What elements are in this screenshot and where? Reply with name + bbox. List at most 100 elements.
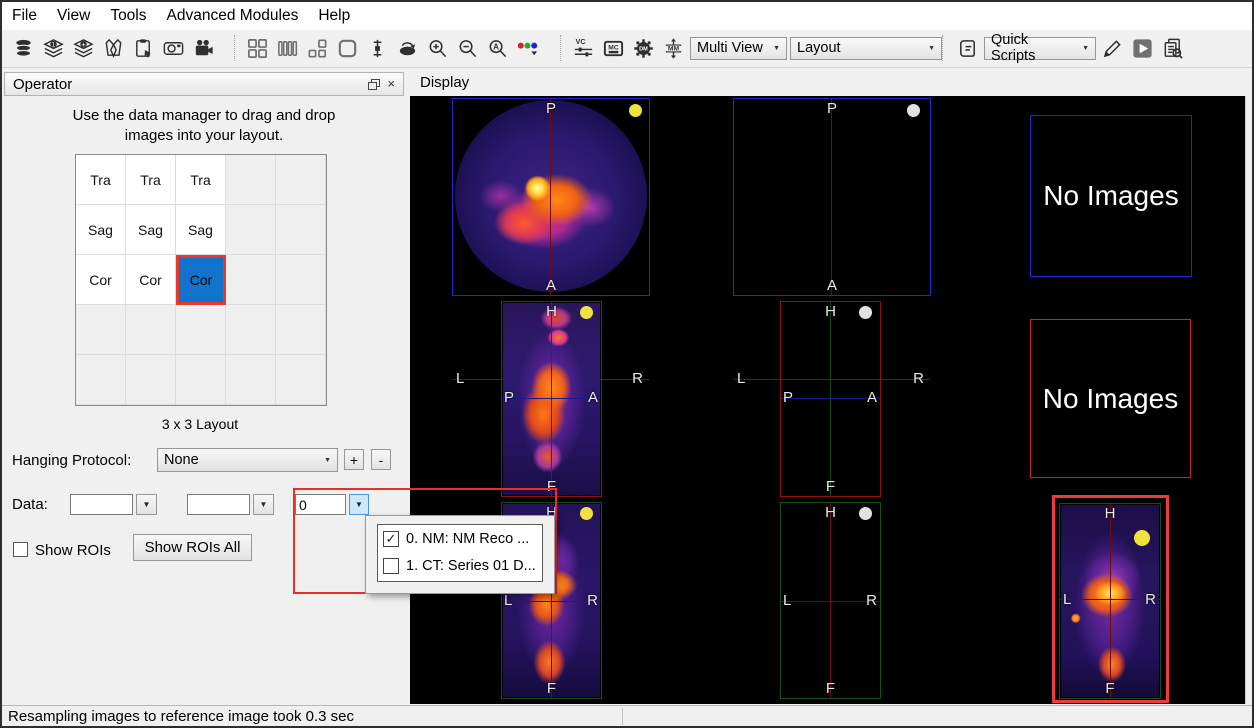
rotate-3d-icon[interactable]: [394, 35, 421, 61]
float-panel-icon[interactable]: [368, 79, 379, 89]
layout-grid: Tra Tra Tra Sag Sag Sag Cor Cor Cor: [75, 154, 327, 406]
single-view-icon[interactable]: [334, 35, 361, 61]
database-icon[interactable]: [10, 35, 37, 61]
list-item-nm-series[interactable]: ✓ 0. NM: NM Reco ...: [378, 525, 542, 552]
layout-grid-cell[interactable]: Sag: [126, 205, 176, 255]
menu-file[interactable]: File: [2, 3, 47, 29]
quick-scripts-dropdown[interactable]: Quick Scripts: [984, 37, 1096, 60]
menu-advanced-modules[interactable]: Advanced Modules: [157, 3, 309, 29]
layout-grid-cell[interactable]: Cor: [76, 255, 126, 305]
layout-grid-cell-empty[interactable]: [126, 355, 176, 405]
layout-grid-cell-empty[interactable]: [276, 155, 326, 205]
menu-tools[interactable]: Tools: [100, 3, 156, 29]
mc-display-icon[interactable]: MC: [600, 35, 627, 61]
layout-grid-cell[interactable]: Cor: [126, 255, 176, 305]
layers-add-icon[interactable]: +: [70, 35, 97, 61]
toolbar-group-scripts: Quick Scripts: [954, 34, 1186, 62]
script-scroll-icon[interactable]: [954, 35, 981, 61]
play-icon[interactable]: [1129, 35, 1156, 61]
layout-grid-cell-empty[interactable]: [276, 205, 326, 255]
grid-mixed-icon[interactable]: [304, 35, 331, 61]
viewport-no-images-1[interactable]: No Images: [1030, 115, 1192, 277]
toolbar-separator: [942, 35, 943, 61]
zoom-auto-icon[interactable]: A: [484, 35, 511, 61]
checkbox-checked-icon[interactable]: ✓: [383, 531, 399, 547]
data-combo-3-input[interactable]: [295, 494, 346, 515]
layout-grid-cell-empty[interactable]: [276, 355, 326, 405]
orientation-label: A: [546, 277, 556, 294]
clipboard-icon[interactable]: [130, 35, 157, 61]
status-dot-yellow: [629, 104, 642, 117]
list-item-ct-series[interactable]: 1. CT: Series 01 D...: [378, 552, 542, 579]
display-scrollbar[interactable]: [1245, 96, 1253, 704]
data-combo-1-input[interactable]: [70, 494, 133, 515]
toolbar-group-data: 1 +: [10, 34, 217, 62]
dm-gear-icon[interactable]: DM: [630, 35, 657, 61]
layout-grid-cell[interactable]: Tra: [176, 155, 226, 205]
show-rois-checkbox[interactable]: [13, 542, 28, 557]
hanging-protocol-add-button[interactable]: +: [344, 449, 364, 470]
layout-grid-cell-empty[interactable]: [76, 305, 126, 355]
viewport-sagittal-1[interactable]: H F P A: [501, 301, 602, 497]
show-rois-all-button[interactable]: Show ROIs All: [133, 534, 252, 561]
data-combo-3-dropdown-button[interactable]: [349, 494, 369, 515]
grid-2x2-icon[interactable]: [244, 35, 271, 61]
pencil-icon[interactable]: [1099, 35, 1126, 61]
data-combo-2-dropdown-button[interactable]: [253, 494, 274, 515]
layout-grid-cell-selected[interactable]: Cor: [176, 255, 226, 305]
layout-grid-cell-empty[interactable]: [226, 255, 276, 305]
zoom-out-icon[interactable]: [454, 35, 481, 61]
layout-grid-cell[interactable]: Sag: [176, 205, 226, 255]
viewport-coronal-2[interactable]: H F L R: [780, 502, 881, 699]
orientation-label: L: [783, 592, 791, 609]
layout-grid-cell-empty[interactable]: [226, 205, 276, 255]
video-camera-icon[interactable]: [190, 35, 217, 61]
layout-grid-cell-empty[interactable]: [276, 305, 326, 355]
menu-view[interactable]: View: [47, 3, 100, 29]
multi-view-dropdown[interactable]: Multi View: [690, 37, 787, 60]
close-panel-icon[interactable]: ×: [387, 79, 395, 89]
data-combo-1-dropdown-button[interactable]: [136, 494, 157, 515]
grid-size-label: 3 x 3 Layout: [75, 416, 325, 432]
layout-dropdown[interactable]: Layout: [790, 37, 942, 60]
layout-grid-cell-empty[interactable]: [226, 355, 276, 405]
layout-grid-cell[interactable]: Tra: [126, 155, 176, 205]
layout-grid-cell-empty[interactable]: [126, 305, 176, 355]
svg-text:+: +: [81, 39, 86, 48]
viewport-transaxial-1[interactable]: P A L R: [452, 98, 650, 296]
crosshair-horizontal: [781, 398, 880, 399]
suit-icon[interactable]: [100, 35, 127, 61]
svg-text:VC: VC: [576, 38, 586, 46]
hanging-protocol-dropdown[interactable]: None: [157, 448, 338, 472]
camera-icon[interactable]: [160, 35, 187, 61]
rgb-dots-icon[interactable]: [514, 35, 541, 61]
layers-one-icon[interactable]: 1: [40, 35, 67, 61]
viewport-transaxial-2[interactable]: P A L R: [733, 98, 931, 296]
layout-grid-cell-empty[interactable]: [276, 255, 326, 305]
strips-vertical-icon[interactable]: [274, 35, 301, 61]
layout-grid-cell-empty[interactable]: [76, 355, 126, 405]
vc-sliders-icon[interactable]: VC: [570, 35, 597, 61]
svg-text:DM: DM: [639, 46, 648, 52]
layout-grid-cell-empty[interactable]: [226, 305, 276, 355]
orientation-label: R: [913, 370, 924, 387]
toolbar: 1 + A VC MC DM MM Multi View La: [2, 30, 1252, 68]
crosshair-tool-icon[interactable]: [364, 35, 391, 61]
crosshair-vertical: [550, 99, 551, 295]
hanging-protocol-remove-button[interactable]: -: [371, 449, 391, 470]
layout-grid-cell[interactable]: Tra: [76, 155, 126, 205]
layout-grid-cell-empty[interactable]: [226, 155, 276, 205]
layout-grid-cell-empty[interactable]: [176, 305, 226, 355]
zoom-in-icon[interactable]: [424, 35, 451, 61]
crosshair-vertical: [831, 99, 832, 295]
viewport-sagittal-2[interactable]: H F P A: [780, 301, 881, 497]
checkbox-unchecked-icon[interactable]: [383, 558, 399, 574]
mm-measure-icon[interactable]: MM: [660, 35, 687, 61]
orientation-label: A: [827, 277, 837, 294]
viewport-no-images-2[interactable]: No Images: [1030, 319, 1191, 478]
layout-grid-cell[interactable]: Sag: [76, 205, 126, 255]
data-combo-2-input[interactable]: [187, 494, 250, 515]
layout-grid-cell-empty[interactable]: [176, 355, 226, 405]
document-search-icon[interactable]: [1159, 35, 1186, 61]
menu-help[interactable]: Help: [308, 3, 360, 29]
